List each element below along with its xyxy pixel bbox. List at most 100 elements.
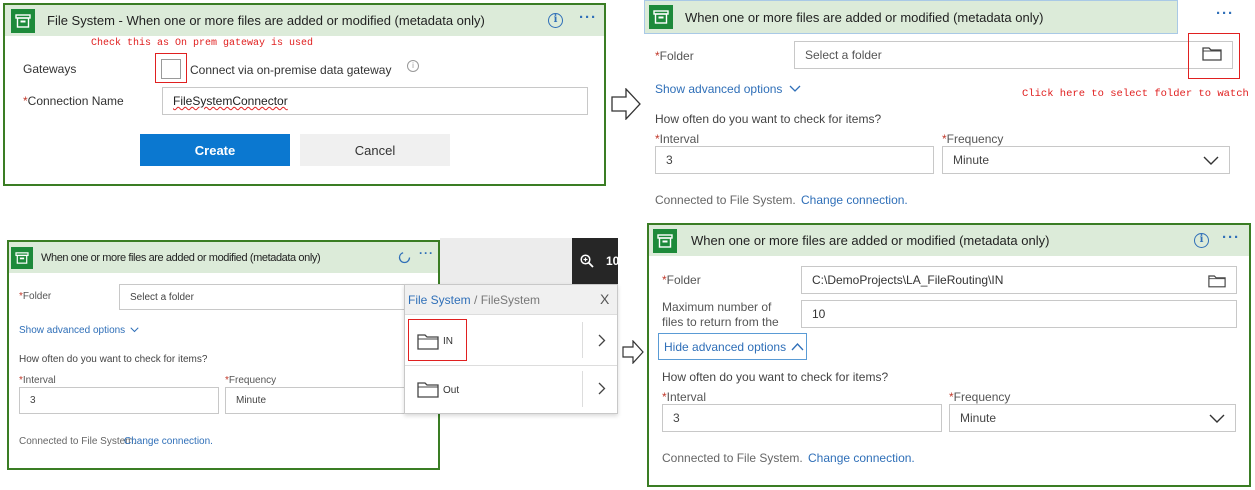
chevron-right-icon[interactable]: [598, 334, 606, 347]
connected-status: Connected to File System.: [19, 436, 137, 447]
change-connection-link[interactable]: Change connection.: [124, 436, 213, 447]
breadcrumb-root[interactable]: File System: [408, 293, 471, 307]
hide-advanced-options-link[interactable]: Hide advanced options: [658, 333, 807, 360]
show-advanced-options-link[interactable]: Show advanced options: [19, 325, 139, 336]
interval-label: *Interval: [19, 375, 56, 386]
folder-item-in[interactable]: IN: [405, 316, 617, 366]
max-files-label: Maximum number of files to return from th…: [662, 300, 779, 330]
folder-input[interactable]: Select a folder: [794, 41, 1233, 69]
folder-icon: [417, 382, 439, 398]
chevron-down-icon: [1209, 414, 1225, 423]
check-frequency-question: How often do you want to check for items…: [655, 112, 882, 126]
max-files-label-line1: Maximum number of: [662, 300, 772, 314]
frequency-label: *Frequency: [942, 132, 1004, 146]
frequency-label: *Frequency: [225, 375, 277, 386]
file-system-connector-icon: [653, 228, 677, 253]
max-files-input[interactable]: 10: [801, 300, 1237, 328]
gateway-info-icon[interactable]: i: [407, 60, 419, 72]
trigger-panel-folder-select: When one or more files are added or modi…: [644, 0, 1255, 210]
folder-label-text: Folder: [22, 291, 52, 302]
trigger-panel-small-header: When one or more files are added or modi…: [9, 242, 438, 273]
info-icon[interactable]: i: [1194, 233, 1209, 248]
file-system-connector-icon: [649, 5, 673, 29]
cancel-button[interactable]: Cancel: [300, 134, 450, 166]
folder-label-text: Folder: [659, 49, 694, 63]
more-options-icon[interactable]: ···: [579, 9, 597, 26]
check-frequency-question: How often do you want to check for items…: [19, 354, 208, 365]
folder-placeholder: Select a folder: [805, 48, 882, 62]
frequency-select[interactable]: Minute: [942, 146, 1230, 174]
chevron-up-icon: [791, 342, 804, 350]
zoom-toolbar: 10: [572, 238, 618, 286]
folder-label-text: Folder: [666, 273, 701, 287]
create-button[interactable]: Create: [140, 134, 290, 166]
frequency-select[interactable]: Minute: [225, 387, 415, 414]
change-connection-link[interactable]: Change connection.: [808, 451, 915, 465]
folder-icon[interactable]: [1202, 45, 1222, 61]
zoom-level: 10: [606, 254, 618, 268]
gateways-label: Gateways: [23, 62, 77, 76]
show-advanced-options-label: Show advanced options: [19, 325, 126, 336]
more-options-icon[interactable]: ···: [1216, 5, 1234, 22]
frequency-label-text: Frequency: [953, 390, 1011, 404]
connected-status: Connected to File System.: [655, 193, 796, 207]
folder-item-label: Out: [443, 385, 460, 396]
spinner-icon: [398, 251, 411, 264]
folder-icon[interactable]: [1208, 273, 1226, 288]
trigger-panel-configured-header: When one or more files are added or modi…: [649, 225, 1249, 256]
folder-item-out[interactable]: Out: [405, 367, 617, 413]
interval-value: 3: [30, 395, 36, 406]
folder-picker-header: File System / FileSystem X: [405, 285, 617, 315]
file-system-connector-icon: [11, 246, 33, 269]
cancel-button-label: Cancel: [354, 142, 396, 158]
folder-picker: File System / FileSystem X IN Out: [404, 284, 618, 414]
connection-name-label: *Connection Name: [23, 94, 124, 108]
gateway-checkbox-label[interactable]: Connect via on-premise data gateway: [190, 63, 391, 77]
interval-input[interactable]: 3: [662, 404, 942, 432]
connection-name-value: FileSystemConnector: [173, 94, 288, 108]
arrow-right-icon: [611, 88, 641, 120]
connection-panel-title: File System - When one or more files are…: [47, 13, 485, 28]
connection-panel: File System - When one or more files are…: [3, 3, 606, 186]
folder-label: *Folder: [19, 291, 52, 302]
interval-label-text: Interval: [659, 132, 700, 146]
chevron-down-icon: [789, 85, 801, 92]
gateway-annotation: Check this as On prem gateway is used: [91, 38, 314, 49]
more-options-icon[interactable]: ···: [1222, 229, 1240, 246]
frequency-label: *Frequency: [949, 390, 1011, 404]
interval-value: 3: [673, 411, 680, 425]
picker-breadcrumb: File System / FileSystem: [408, 293, 540, 307]
zoom-icon[interactable]: [580, 254, 594, 268]
interval-input[interactable]: 3: [19, 387, 219, 414]
chevron-right-icon[interactable]: [598, 382, 606, 395]
folder-annotation: Click here to select folder to watch: [1022, 88, 1249, 100]
frequency-value: Minute: [960, 411, 997, 425]
max-files-value: 10: [812, 307, 826, 321]
frequency-select[interactable]: Minute: [949, 404, 1236, 432]
interval-label: *Interval: [662, 390, 707, 404]
interval-input[interactable]: 3: [655, 146, 934, 174]
change-connection-link[interactable]: Change connection.: [801, 193, 908, 207]
trigger-panel-configured-title: When one or more files are added or modi…: [691, 233, 1050, 248]
check-frequency-question: How often do you want to check for items…: [662, 370, 889, 384]
interval-label-text: Interval: [666, 390, 707, 404]
gateway-checkbox[interactable]: [161, 59, 181, 79]
trigger-panel-title: When one or more files are added or modi…: [685, 9, 1044, 25]
trigger-panel-small-title: When one or more files are added or modi…: [41, 251, 321, 264]
frequency-value: Minute: [236, 395, 267, 406]
trigger-panel-configured: When one or more files are added or modi…: [647, 223, 1251, 487]
info-icon[interactable]: i: [548, 13, 563, 28]
connected-status: Connected to File System.: [662, 451, 803, 465]
show-advanced-options-label: Show advanced options: [655, 82, 783, 96]
show-advanced-options-link[interactable]: Show advanced options: [655, 82, 801, 96]
folder-input[interactable]: Select a folder: [119, 284, 440, 310]
folder-input[interactable]: C:\DemoProjects\LA_FileRouting\IN: [801, 266, 1237, 294]
close-icon[interactable]: X: [600, 291, 609, 307]
more-options-icon[interactable]: ···: [419, 246, 434, 260]
interval-value: 3: [666, 153, 673, 167]
folder-item-divider: [582, 322, 583, 358]
interval-label-text: Interval: [22, 375, 56, 386]
breadcrumb-separator: /: [470, 293, 481, 307]
trigger-panel-header: When one or more files are added or modi…: [644, 0, 1178, 34]
connection-name-input[interactable]: FileSystemConnector: [162, 87, 588, 115]
